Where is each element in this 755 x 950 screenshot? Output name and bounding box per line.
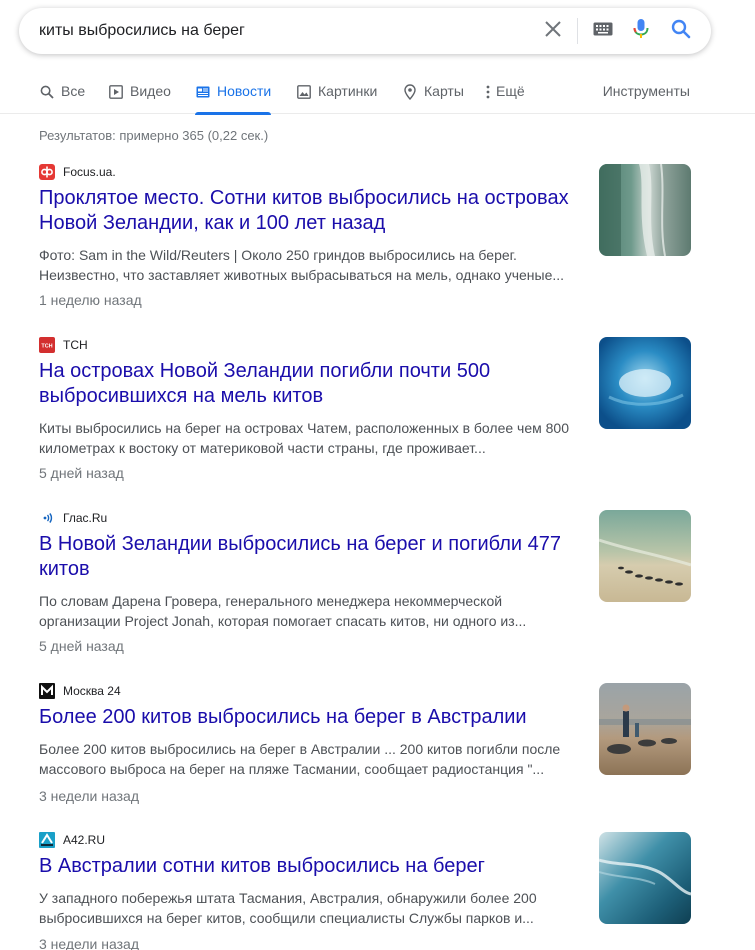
tab-maps[interactable]: Карты xyxy=(402,76,464,114)
result-thumbnail[interactable] xyxy=(599,164,691,256)
result-time: 1 неделю назад xyxy=(39,292,142,308)
result-title[interactable]: Более 200 китов выбросились на берег в А… xyxy=(39,705,579,730)
search-icon xyxy=(671,19,691,44)
tab-news[interactable]: Новости xyxy=(195,76,272,115)
news-result: Москва 24 Более 200 китов выбросились на… xyxy=(39,683,691,833)
search-divider xyxy=(577,18,578,44)
source-name: Москва 24 xyxy=(63,684,121,698)
tab-label: Картинки xyxy=(318,83,378,99)
result-source[interactable]: Focus.ua. xyxy=(39,164,116,180)
result-thumbnail[interactable] xyxy=(599,683,691,775)
news-icon xyxy=(195,84,211,100)
news-result: Focus.ua. Проклятое место. Сотни китов в… xyxy=(39,164,691,314)
source-name: ТСН xyxy=(63,338,88,352)
tab-more[interactable]: Ещё xyxy=(484,76,525,114)
more-vert-icon xyxy=(484,84,492,100)
result-snippet: Более 200 китов выбросились на берег в А… xyxy=(39,741,561,777)
tab-video[interactable]: Видео xyxy=(108,76,171,114)
result-thumbnail[interactable] xyxy=(599,832,691,924)
tab-all[interactable]: Все xyxy=(39,76,85,114)
result-snippet: У западного побережья штата Тасмания, Ав… xyxy=(39,890,537,926)
close-icon xyxy=(544,20,562,43)
result-source[interactable]: Глас.Ru xyxy=(39,510,107,526)
focus-favicon-icon xyxy=(39,164,55,180)
play-icon xyxy=(108,84,124,100)
search-tabs: Все Видео Новости Картинки Карты Ещё Инс… xyxy=(0,76,755,115)
tsn-favicon-icon: ТСН xyxy=(39,337,55,353)
result-title[interactable]: На островах Новой Зеландии погибли почти… xyxy=(39,359,579,409)
news-result: Глас.Ru В Новой Зеландии выбросились на … xyxy=(39,510,691,660)
a42-favicon-icon xyxy=(39,832,55,848)
image-icon xyxy=(296,84,312,100)
tab-label: Карты xyxy=(424,83,464,99)
svg-text:ТСН: ТСН xyxy=(41,344,52,350)
keyboard-icon xyxy=(593,22,613,41)
result-time: 5 дней назад xyxy=(39,638,124,654)
result-time: 5 дней назад xyxy=(39,465,124,481)
map-pin-icon xyxy=(402,84,418,100)
result-stats: Результатов: примерно 365 (0,22 сек.) xyxy=(39,128,269,143)
news-result: A42.RU В Австралии сотни китов выбросили… xyxy=(39,832,691,950)
news-result: ТСН ТСН На островах Новой Зеландии погиб… xyxy=(39,337,691,487)
tab-label: Ещё xyxy=(496,83,525,99)
result-snippet: Фото: Sam in the Wild/Reuters | Около 25… xyxy=(39,247,565,283)
result-source[interactable]: Москва 24 xyxy=(39,683,121,699)
tab-label: Новости xyxy=(217,83,272,99)
result-title[interactable]: В Австралии сотни китов выбросились на б… xyxy=(39,854,579,879)
keyboard-button[interactable] xyxy=(585,8,621,54)
result-thumbnail[interactable] xyxy=(599,337,691,429)
tools-button[interactable]: Инструменты xyxy=(603,83,690,99)
tab-label: Все xyxy=(61,83,86,99)
source-name: A42.RU xyxy=(63,833,106,847)
search-input[interactable] xyxy=(39,8,519,54)
moskva24-favicon-icon xyxy=(39,683,55,699)
clear-button[interactable] xyxy=(535,8,571,54)
result-time: 3 недели назад xyxy=(39,788,139,804)
result-snippet: Киты выбросились на берег на островах Ча… xyxy=(39,420,569,456)
search-button[interactable] xyxy=(663,8,699,54)
microphone-icon xyxy=(633,18,649,45)
result-time: 3 недели назад xyxy=(39,936,139,950)
tab-images[interactable]: Картинки xyxy=(296,76,377,114)
result-snippet: По словам Дарена Гровера, генерального м… xyxy=(39,593,527,629)
search-icon xyxy=(39,84,55,100)
result-title[interactable]: Проклятое место. Сотни китов выбросились… xyxy=(39,186,579,236)
result-source[interactable]: A42.RU xyxy=(39,832,105,848)
tab-label: Видео xyxy=(130,83,171,99)
glas-favicon-icon xyxy=(39,510,55,526)
result-title[interactable]: В Новой Зеландии выбросились на берег и … xyxy=(39,532,579,582)
result-thumbnail[interactable] xyxy=(599,510,691,602)
search-bar xyxy=(19,8,711,54)
result-source[interactable]: ТСН ТСН xyxy=(39,337,88,353)
source-name: Focus.ua. xyxy=(63,165,116,179)
source-name: Глас.Ru xyxy=(63,511,108,525)
voice-search-button[interactable] xyxy=(623,8,659,54)
